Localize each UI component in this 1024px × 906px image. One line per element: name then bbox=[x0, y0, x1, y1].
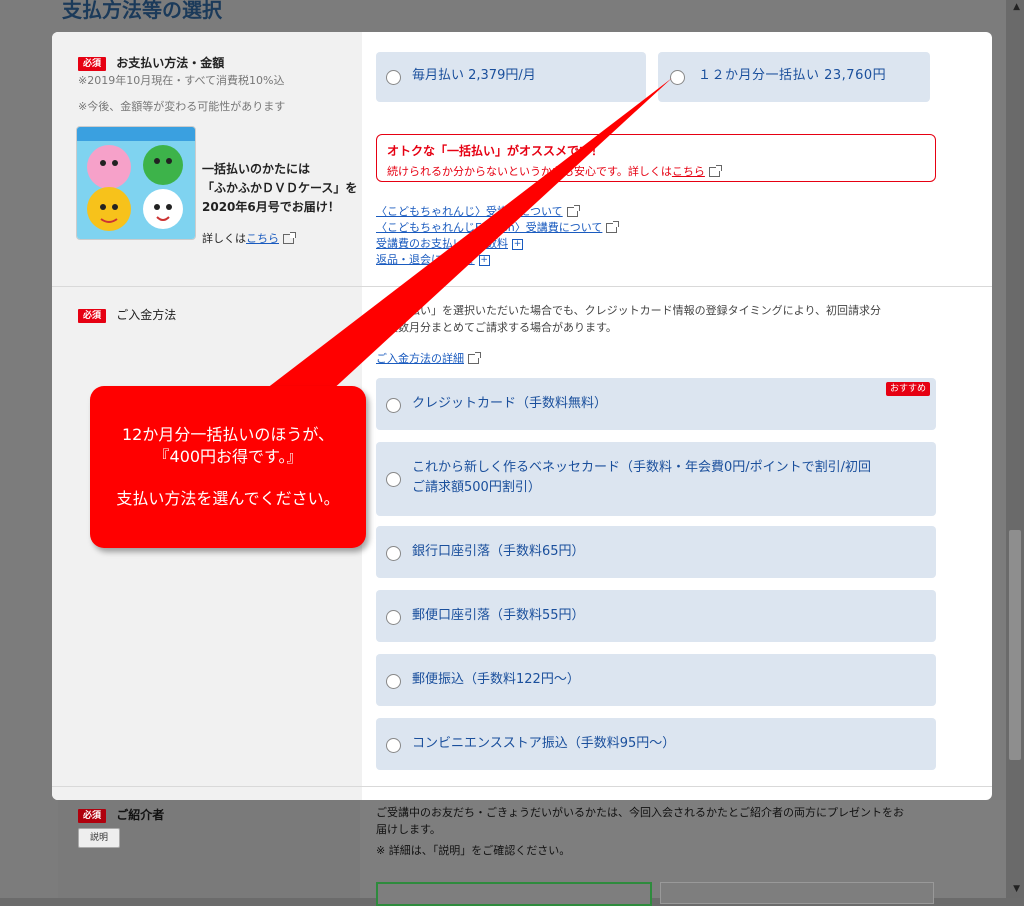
annotation-callout: 12か月分一括払いのほうが、 『400円お得です。』 支払い方法を選んでください… bbox=[90, 386, 366, 548]
callout-line: 12か月分一括払いのほうが、 bbox=[121, 425, 335, 444]
callout-line: 支払い方法を選んでください。 bbox=[116, 489, 340, 508]
arrow-shape bbox=[262, 78, 672, 392]
callout-line: 『400円お得です。』 bbox=[153, 447, 303, 466]
